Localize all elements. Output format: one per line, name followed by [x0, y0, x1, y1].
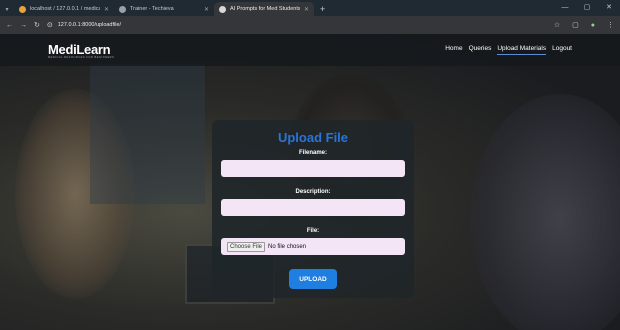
site-logo[interactable]: MediLearn MEDICAL RESOURCES FOR BEGINNER… [48, 42, 114, 59]
file-label: File: [306, 228, 320, 234]
tab-title: AI Prompts for Med Students [230, 6, 300, 12]
tab-search-icon[interactable]: ▾ [0, 2, 14, 16]
url-text: 127.0.0.1:8000/uploadfile/ [57, 22, 122, 28]
choose-file-button[interactable]: Choose File [227, 241, 266, 252]
browser-toolbar: ← → ↻ ⊙ 127.0.0.1:8000/uploadfile/ ☆ ▢ ●… [0, 16, 620, 34]
file-input[interactable]: Choose File No file chosen [221, 238, 405, 255]
filename-label: Filename: [298, 150, 327, 156]
nav-queries[interactable]: Queries [469, 45, 492, 55]
description-input[interactable] [221, 199, 405, 216]
new-tab-button[interactable]: + [314, 2, 331, 16]
background-photo [90, 64, 205, 204]
bookmark-star-icon[interactable]: ☆ [554, 21, 560, 29]
address-bar[interactable]: ⊙ 127.0.0.1:8000/uploadfile/ [47, 21, 547, 29]
close-window-icon[interactable]: ✕ [598, 0, 620, 14]
filename-input[interactable] [221, 160, 405, 177]
description-label: Description: [295, 189, 331, 195]
window-controls: — ▢ ✕ [554, 0, 620, 14]
tab-close-icon[interactable]: ✕ [304, 6, 309, 13]
reload-icon[interactable]: ↻ [34, 21, 40, 29]
minimize-icon[interactable]: — [554, 0, 576, 14]
site-info-icon[interactable]: ⊙ [47, 21, 53, 29]
browser-tab[interactable]: Trainer - Techieva ✕ [114, 2, 214, 16]
tab-title: Trainer - Techieva [130, 6, 174, 12]
browser-tab-strip: ▾ localhost / 127.0.0.1 / medical ✕ Trai… [0, 0, 620, 16]
no-file-text: No file chosen [268, 243, 307, 250]
maximize-icon[interactable]: ▢ [576, 0, 598, 14]
form-title: Upload File [277, 130, 349, 145]
extensions-icon[interactable]: ▢ [572, 21, 579, 29]
tab-close-icon[interactable]: ✕ [104, 6, 109, 13]
nav-logout[interactable]: Logout [552, 45, 572, 55]
browser-menu-icon[interactable]: ⋮ [607, 21, 614, 29]
background-photo [470, 94, 620, 330]
tab-title: localhost / 127.0.0.1 / medical [30, 6, 100, 12]
profile-avatar-icon[interactable]: ● [591, 22, 595, 29]
back-icon[interactable]: ← [6, 22, 13, 29]
nav-home[interactable]: Home [445, 45, 462, 55]
nav-links: Home Queries Upload Materials Logout [445, 45, 572, 55]
browser-tab[interactable]: localhost / 127.0.0.1 / medical ✕ [14, 2, 114, 16]
tab-favicon-icon [219, 5, 226, 13]
forward-icon[interactable]: → [20, 22, 27, 29]
page-viewport: MediLearn MEDICAL RESOURCES FOR BEGINNER… [0, 34, 620, 330]
site-navbar: MediLearn MEDICAL RESOURCES FOR BEGINNER… [0, 34, 620, 66]
tab-favicon-icon [119, 5, 126, 13]
logo-tagline: MEDICAL RESOURCES FOR BEGINNERS [48, 55, 115, 59]
logo-text: MediLearn [48, 41, 111, 57]
upload-button[interactable]: UPLOAD [289, 269, 337, 289]
nav-upload-materials[interactable]: Upload Materials [497, 45, 547, 55]
tab-close-icon[interactable]: ✕ [204, 6, 209, 13]
browser-tab-active[interactable]: AI Prompts for Med Students ✕ [214, 2, 314, 16]
upload-form-card: Upload File Filename: Description: File:… [212, 120, 414, 298]
tab-favicon-icon [19, 5, 26, 13]
